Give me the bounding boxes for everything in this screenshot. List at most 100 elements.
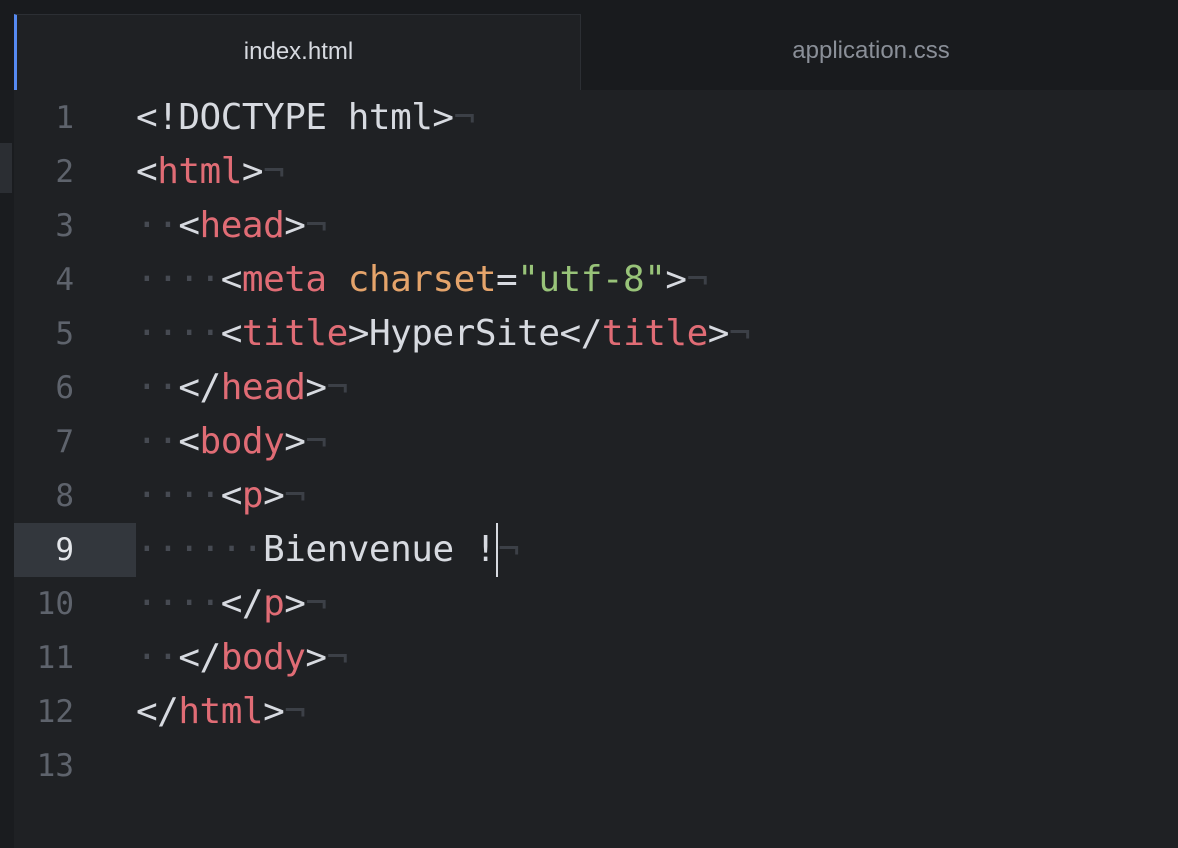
line-number: 1 xyxy=(55,100,74,136)
code-text[interactable]: ··<head>¬ xyxy=(136,199,327,253)
code-token: < xyxy=(220,313,243,354)
code-token: < xyxy=(178,421,200,462)
tab-label: index.html xyxy=(243,37,354,65)
code-line[interactable]: 7 ··<body>¬ xyxy=(14,415,1178,469)
end-of-line-marker: ¬ xyxy=(728,313,751,354)
end-of-line-marker: ¬ xyxy=(305,205,327,246)
end-of-line-marker: ¬ xyxy=(284,691,306,732)
code-text[interactable]: <html>¬ xyxy=(136,145,285,199)
code-line[interactable]: 12 </html>¬ xyxy=(14,685,1178,739)
code-token: > xyxy=(284,583,306,624)
end-of-line-marker: ¬ xyxy=(284,475,306,516)
code-token: > xyxy=(263,691,285,732)
code-token: = xyxy=(496,259,518,300)
code-line[interactable]: 5 ····<title>HyperSite</title>¬ xyxy=(14,307,1178,361)
code-token: > xyxy=(305,637,327,678)
line-number: 5 xyxy=(55,316,74,352)
code-token: > xyxy=(347,313,370,354)
tab-index-html[interactable]: index.html xyxy=(14,14,581,90)
code-text[interactable]: ··</body>¬ xyxy=(136,631,348,685)
indent-guide: ·· xyxy=(136,421,179,462)
indent-guide: ···· xyxy=(136,259,221,300)
code-token: </ xyxy=(178,367,221,408)
code-editor[interactable]: 1 <!DOCTYPE html>¬ 2 <html>¬ 3 ··<head>¬ 4 ····… xyxy=(14,90,1178,848)
line-number: 10 xyxy=(36,586,74,622)
code-token: charset xyxy=(347,259,497,300)
code-text[interactable]: <!DOCTYPE html>¬ xyxy=(136,91,475,145)
line-number: 3 xyxy=(55,208,74,244)
code-token: < xyxy=(220,475,243,516)
code-token: "utf-8" xyxy=(517,259,666,300)
line-number: 4 xyxy=(55,262,74,298)
code-text[interactable]: ····<meta charset="utf-8">¬ xyxy=(136,253,708,307)
code-token: </ xyxy=(220,583,264,624)
code-line[interactable]: 10 ····</p>¬ xyxy=(14,577,1178,631)
code-token: </ xyxy=(178,637,221,678)
tab-application-css[interactable]: application.css xyxy=(581,14,1161,90)
code-token: < xyxy=(136,151,158,192)
code-line[interactable]: 8 ····<p>¬ xyxy=(14,469,1178,523)
code-line[interactable]: 13 xyxy=(14,739,1178,793)
code-token: html xyxy=(157,151,242,192)
code-token: p xyxy=(241,475,264,516)
code-token: title xyxy=(601,313,708,354)
code-text[interactable]: </html>¬ xyxy=(136,685,306,739)
code-text[interactable]: ··<body>¬ xyxy=(136,415,327,469)
indent-guide: ···· xyxy=(136,583,221,624)
code-token: body xyxy=(220,637,306,678)
code-line[interactable]: 4 ····<meta charset="utf-8">¬ xyxy=(14,253,1178,307)
code-line[interactable]: 3 ··<head>¬ xyxy=(14,199,1178,253)
code-line[interactable]: 9 ······Bienvenue !¬ xyxy=(14,523,1178,577)
code-token: < xyxy=(178,205,200,246)
indent-guide: ·· xyxy=(136,205,179,246)
indent-guide: ······ xyxy=(136,529,264,570)
code-line[interactable]: 1 <!DOCTYPE html>¬ xyxy=(14,91,1178,145)
end-of-line-marker: ¬ xyxy=(497,529,520,570)
code-token: > xyxy=(284,205,306,246)
indent-guide: ·· xyxy=(136,367,179,408)
indent-guide: ···· xyxy=(136,313,221,354)
code-line[interactable]: 2 <html>¬ xyxy=(14,145,1178,199)
code-token: meta xyxy=(241,259,327,300)
window-left-edge xyxy=(0,90,14,848)
line-number: 11 xyxy=(36,640,74,676)
end-of-line-marker: ¬ xyxy=(263,151,285,192)
end-of-line-marker: ¬ xyxy=(305,583,327,624)
code-token: </ xyxy=(136,691,179,732)
code-token: Bienvenue ! xyxy=(263,529,496,570)
code-token: body xyxy=(199,421,285,462)
end-of-line-marker: ¬ xyxy=(453,97,476,138)
code-text[interactable]: ······Bienvenue !¬ xyxy=(136,523,520,577)
editor-window: index.html application.css 1 <!DOCTYPE ht… xyxy=(0,0,1178,848)
line-number: 2 xyxy=(55,154,74,190)
code-text[interactable]: ····</p>¬ xyxy=(136,577,327,631)
line-number: 7 xyxy=(55,424,74,460)
line-number: 8 xyxy=(55,478,74,514)
end-of-line-marker: ¬ xyxy=(305,421,327,462)
code-text[interactable]: ··</head>¬ xyxy=(136,361,348,415)
code-token: > xyxy=(707,313,730,354)
end-of-line-marker: ¬ xyxy=(326,367,349,408)
code-token: HyperSite xyxy=(368,313,560,354)
code-line[interactable]: 6 ··</head>¬ xyxy=(14,361,1178,415)
code-token: > xyxy=(241,151,264,192)
code-token: > xyxy=(284,421,306,462)
tab-label: application.css xyxy=(792,37,950,64)
code-text[interactable]: ····<p>¬ xyxy=(136,469,306,523)
line-number: 9 xyxy=(14,523,136,577)
indent-guide: ···· xyxy=(136,475,221,516)
code-token: head xyxy=(220,367,306,408)
tab-bar: index.html application.css xyxy=(0,0,1178,90)
line-number: 12 xyxy=(36,694,74,730)
fold-marker xyxy=(0,143,12,193)
code-token: p xyxy=(263,583,285,624)
code-token: > xyxy=(665,259,687,300)
code-token: title xyxy=(241,313,348,354)
code-token: > xyxy=(263,475,285,516)
end-of-line-marker: ¬ xyxy=(326,637,349,678)
code-text[interactable]: ····<title>HyperSite</title>¬ xyxy=(136,307,751,361)
code-line[interactable]: 11 ··</body>¬ xyxy=(14,631,1178,685)
code-token: > xyxy=(305,367,327,408)
code-token: <!DOCTYPE html> xyxy=(136,97,454,138)
